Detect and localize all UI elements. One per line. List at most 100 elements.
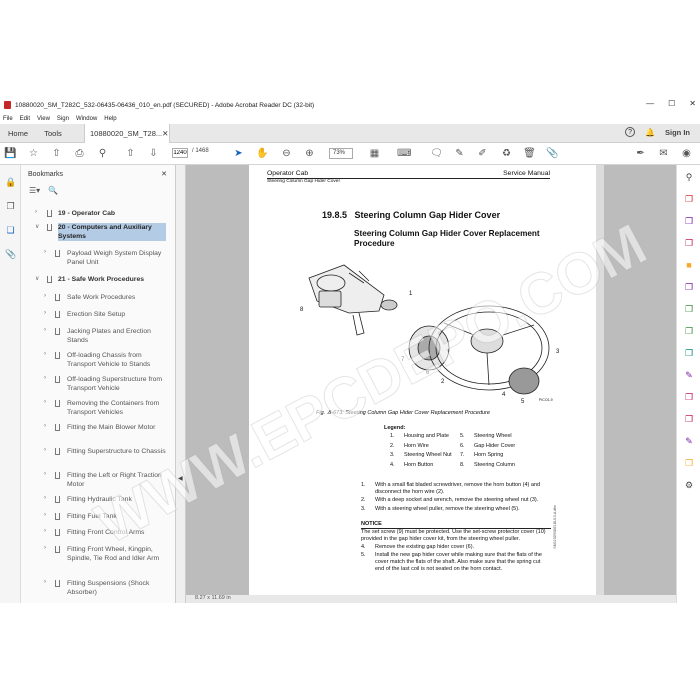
delete-icon[interactable]: 🗑 bbox=[523, 147, 536, 160]
bookmark-item[interactable]: 21 - Safe Work Procedures bbox=[58, 275, 166, 284]
menu-help[interactable]: Help bbox=[104, 116, 116, 122]
horizontal-scrollbar[interactable] bbox=[186, 595, 676, 603]
bookmark-item[interactable]: Fitting the Left or Right Traction Motor bbox=[67, 471, 167, 489]
expand-chevron-icon[interactable]: › bbox=[44, 293, 46, 299]
expand-chevron-icon[interactable]: › bbox=[44, 351, 46, 357]
close-icon[interactable]: ✕ bbox=[689, 99, 696, 108]
notifications-icon[interactable]: 🔔 bbox=[645, 128, 655, 137]
export-pdf-icon[interactable]: ❐ bbox=[683, 193, 695, 205]
edit-pdf-icon[interactable]: ❐ bbox=[683, 237, 695, 249]
keyboard-icon[interactable]: ⌨ bbox=[397, 147, 411, 160]
more-tools-icon[interactable]: ⚙ bbox=[683, 479, 695, 491]
attach-icon[interactable]: 📎 bbox=[546, 147, 559, 160]
expand-chevron-icon[interactable]: › bbox=[44, 471, 46, 477]
bookmark-item[interactable]: Fitting Superstructure to Chassis bbox=[67, 447, 167, 456]
collapse-panel-icon[interactable]: ◀ bbox=[178, 475, 183, 482]
menu-view[interactable]: View bbox=[37, 116, 50, 122]
fill-sign-icon[interactable]: ✎ bbox=[683, 369, 695, 381]
maximize-icon[interactable]: ☐ bbox=[668, 99, 675, 108]
stamp-icon[interactable]: ♻ bbox=[500, 147, 513, 160]
options-icon[interactable]: ☰▾ bbox=[29, 186, 40, 195]
tab-home[interactable]: Home bbox=[0, 124, 36, 143]
compress-icon[interactable]: ❐ bbox=[683, 325, 695, 337]
expand-chevron-icon[interactable]: › bbox=[44, 399, 46, 405]
highlight-icon[interactable]: ✎ bbox=[453, 147, 466, 160]
expand-chevron-icon[interactable]: › bbox=[44, 545, 46, 551]
zoom-select[interactable]: 73% bbox=[329, 148, 353, 159]
bookmark-item[interactable]: Fitting Front Wheel, Kingpin, Spindle, T… bbox=[67, 545, 167, 563]
bookmark-item[interactable]: Off-loading Superstructure from Transpor… bbox=[67, 375, 167, 393]
tab-document[interactable]: 10880020_SM_T28... ✕ bbox=[84, 124, 170, 143]
send-comments-icon[interactable]: ❐ bbox=[683, 457, 695, 469]
bookmark-item[interactable]: Fitting Hydraulic Tank bbox=[67, 495, 167, 504]
scan-icon[interactable]: ❐ bbox=[683, 347, 695, 359]
sign-in-button[interactable]: Sign In bbox=[665, 128, 690, 137]
hand-tool-icon[interactable]: ✋ bbox=[256, 147, 269, 160]
prepare-form-icon[interactable]: ❐ bbox=[683, 413, 695, 425]
expand-chevron-icon[interactable]: › bbox=[44, 528, 46, 534]
bookmark-item[interactable]: Fitting Front Control Arms bbox=[67, 528, 167, 537]
vertical-scrollbar[interactable] bbox=[596, 165, 604, 595]
expand-chevron-icon[interactable]: › bbox=[44, 512, 46, 518]
zoom-out-icon[interactable]: ⊖ bbox=[280, 147, 293, 160]
page-down-icon[interactable]: ⇩ bbox=[147, 147, 160, 160]
bookmark-item[interactable]: Safe Work Procedures bbox=[67, 293, 167, 302]
tab-close-icon[interactable]: ✕ bbox=[162, 129, 168, 138]
expand-chevron-icon[interactable]: › bbox=[44, 579, 46, 585]
bookmark-item[interactable]: Payload Weigh System Display Panel Unit bbox=[67, 249, 167, 267]
expand-chevron-icon[interactable]: › bbox=[44, 495, 46, 501]
expand-chevron-icon[interactable]: › bbox=[44, 423, 46, 429]
expand-chevron-icon[interactable]: › bbox=[44, 249, 46, 255]
expand-chevron-icon[interactable]: ∨ bbox=[35, 223, 39, 230]
protect-icon[interactable]: ❐ bbox=[683, 391, 695, 403]
save-icon[interactable]: 💾 bbox=[4, 147, 17, 160]
menu-sign[interactable]: Sign bbox=[57, 116, 69, 122]
bookmark-item[interactable]: Fitting Fuel Tank bbox=[67, 512, 167, 521]
help-icon[interactable]: ? bbox=[625, 127, 636, 137]
menu-file[interactable]: File bbox=[3, 116, 13, 122]
comment-tool-icon[interactable]: ■ bbox=[683, 259, 695, 271]
expand-chevron-icon[interactable]: › bbox=[44, 375, 46, 381]
pages-icon[interactable]: ❐ bbox=[5, 201, 16, 212]
send-sign-icon[interactable]: ✎ bbox=[683, 435, 695, 447]
select-cursor-icon[interactable]: ➤ bbox=[232, 147, 245, 160]
expand-chevron-icon[interactable]: › bbox=[44, 327, 46, 333]
expand-chevron-icon[interactable]: ∨ bbox=[35, 275, 39, 282]
upload-icon[interactable]: ⇧ bbox=[50, 147, 63, 160]
email-icon[interactable]: ✉ bbox=[657, 147, 670, 160]
sign-pen-icon[interactable]: ✒ bbox=[634, 147, 647, 160]
attachments-icon[interactable]: 📎 bbox=[5, 249, 16, 260]
star-icon[interactable]: ☆ bbox=[27, 147, 40, 160]
zoom-in-icon[interactable]: ⊕ bbox=[303, 147, 316, 160]
menu-edit[interactable]: Edit bbox=[20, 116, 30, 122]
bookmark-item[interactable]: 20 - Computers and Auxiliary Systems bbox=[58, 223, 166, 241]
draw-icon[interactable]: ✐ bbox=[476, 147, 489, 160]
minimize-icon[interactable]: — bbox=[646, 99, 654, 108]
bookmark-item[interactable]: Removing the Containers from Transport V… bbox=[67, 399, 167, 417]
fit-page-icon[interactable]: ▦ bbox=[368, 147, 381, 160]
find-bookmark-icon[interactable]: 🔍 bbox=[48, 186, 58, 195]
lock-icon[interactable]: 🔒 bbox=[5, 177, 16, 188]
close-panel-icon[interactable]: ✕ bbox=[161, 170, 167, 178]
create-pdf-icon[interactable]: ❐ bbox=[683, 215, 695, 227]
organize-pages-icon[interactable]: ❐ bbox=[683, 303, 695, 315]
share-icon[interactable]: ◉ bbox=[680, 147, 693, 160]
print-icon[interactable]: ⎙ bbox=[73, 147, 86, 160]
panel-splitter[interactable]: ◀ bbox=[176, 165, 186, 603]
comment-icon[interactable]: 🗨 bbox=[430, 147, 443, 160]
combine-icon[interactable]: ❐ bbox=[683, 281, 695, 293]
bookmark-item[interactable]: Off-loading Chassis from Transport Vehic… bbox=[67, 351, 167, 369]
search-tools-icon[interactable]: ⚲ bbox=[683, 171, 695, 183]
tab-tools[interactable]: Tools bbox=[36, 124, 70, 143]
search-icon[interactable]: ⚲ bbox=[96, 147, 109, 160]
bookmark-item[interactable]: Jacking Plates and Erection Stands bbox=[67, 327, 167, 345]
expand-chevron-icon[interactable]: › bbox=[44, 310, 46, 316]
expand-chevron-icon[interactable]: › bbox=[44, 447, 46, 453]
bookmark-item[interactable]: Erection Site Setup bbox=[67, 310, 167, 319]
page-up-icon[interactable]: ⇧ bbox=[124, 147, 137, 160]
page-number-input[interactable] bbox=[172, 148, 188, 158]
menu-window[interactable]: Window bbox=[76, 116, 97, 122]
bookmark-item[interactable]: 19 - Operator Cab bbox=[58, 209, 166, 218]
bookmark-item[interactable]: Fitting Suspensions (Shock Absorber) bbox=[67, 579, 167, 597]
expand-chevron-icon[interactable]: › bbox=[35, 209, 37, 215]
